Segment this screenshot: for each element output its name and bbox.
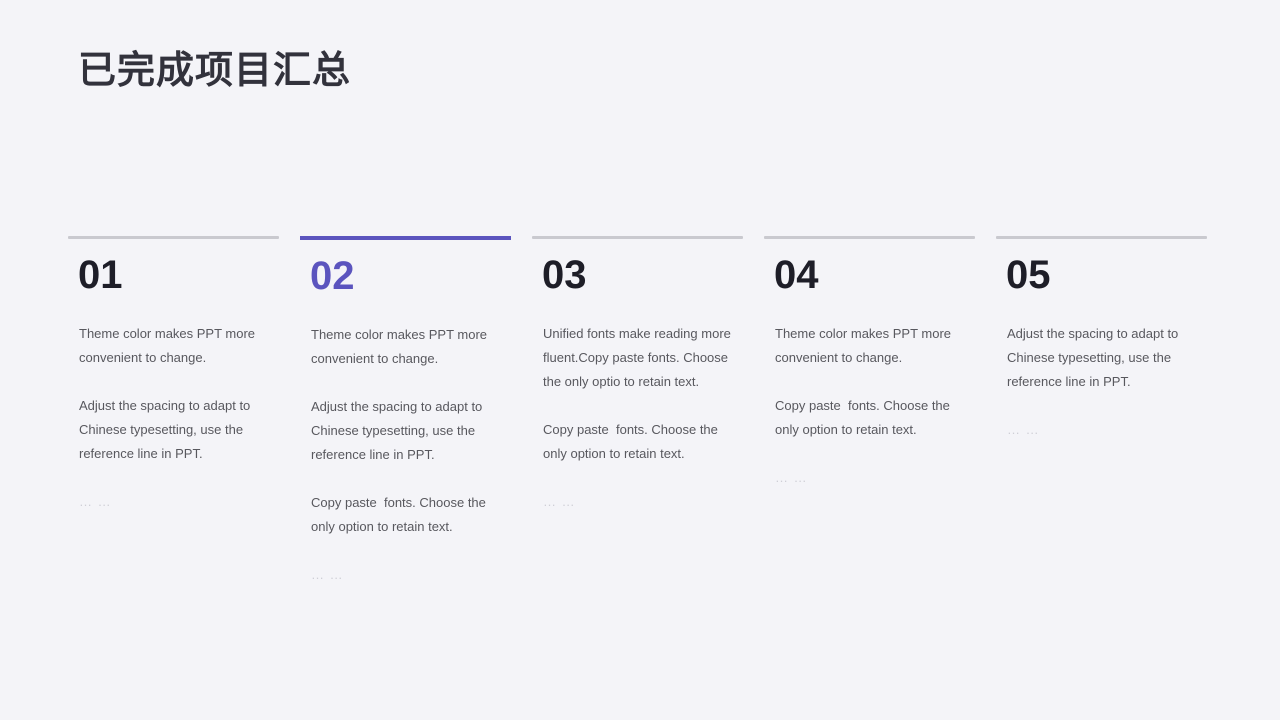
- column-number: 05: [1006, 253, 1051, 297]
- page-title: 已完成项目汇总: [78, 50, 352, 92]
- column-body: Theme color makes PPT more convenient to…: [68, 322, 279, 514]
- column-paragraph: Copy paste fonts. Choose the only option…: [543, 422, 722, 461]
- column-paragraph: Unified fonts make reading more fluent.C…: [543, 326, 735, 389]
- column-body: Theme color makes PPT more convenient to…: [300, 323, 511, 587]
- summary-column-05[interactable]: 05 Adjust the spacing to adapt to Chines…: [996, 236, 1207, 442]
- column-number: 01: [78, 253, 123, 297]
- summary-column-02[interactable]: 02 Theme color makes PPT more convenient…: [300, 236, 511, 587]
- column-paragraph: Adjust the spacing to adapt to Chinese t…: [1007, 326, 1182, 389]
- summary-column-01[interactable]: 01 Theme color makes PPT more convenient…: [68, 236, 279, 514]
- column-paragraph: Theme color makes PPT more convenient to…: [775, 326, 955, 365]
- column-accent-bar: [68, 236, 279, 239]
- summary-column-04[interactable]: 04 Theme color makes PPT more convenient…: [764, 236, 975, 490]
- column-paragraph: Theme color makes PPT more convenient to…: [79, 326, 259, 365]
- column-number: 03: [542, 253, 587, 297]
- column-body: Theme color makes PPT more convenient to…: [764, 322, 975, 490]
- slide-canvas: 已完成项目汇总 01 Theme color makes PPT more co…: [0, 0, 1280, 720]
- column-ellipsis: … …: [311, 567, 344, 582]
- column-body: Unified fonts make reading more fluent.C…: [532, 322, 743, 514]
- column-number: 04: [774, 253, 819, 297]
- column-paragraph: Adjust the spacing to adapt to Chinese t…: [311, 399, 486, 462]
- column-paragraph: Copy paste fonts. Choose the only option…: [775, 398, 954, 437]
- column-paragraph: Adjust the spacing to adapt to Chinese t…: [79, 398, 254, 461]
- column-ellipsis: … …: [775, 470, 808, 485]
- column-accent-bar: [532, 236, 743, 239]
- column-ellipsis: … …: [543, 494, 576, 509]
- column-paragraph: Theme color makes PPT more convenient to…: [311, 327, 491, 366]
- summary-column-03[interactable]: 03 Unified fonts make reading more fluen…: [532, 236, 743, 514]
- column-accent-bar: [996, 236, 1207, 239]
- summary-columns: 01 Theme color makes PPT more convenient…: [68, 236, 1212, 587]
- column-accent-bar: [764, 236, 975, 239]
- column-ellipsis: … …: [79, 494, 112, 509]
- column-body: Adjust the spacing to adapt to Chinese t…: [996, 322, 1207, 442]
- column-ellipsis: … …: [1007, 422, 1040, 437]
- column-paragraph: Copy paste fonts. Choose the only option…: [311, 495, 490, 534]
- column-accent-bar: [300, 236, 511, 240]
- column-number: 02: [310, 254, 355, 298]
